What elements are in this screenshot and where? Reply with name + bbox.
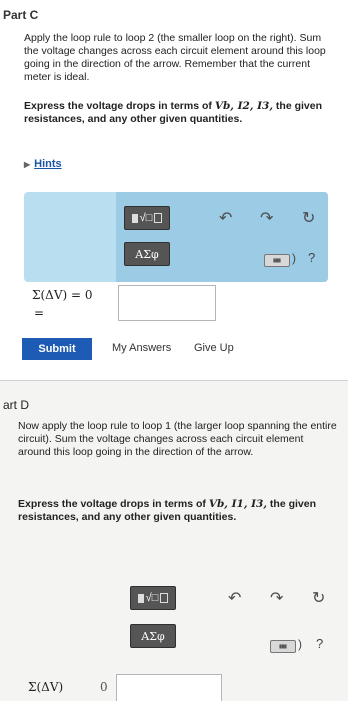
- paren-glyph: ): [298, 637, 302, 651]
- redo-icon[interactable]: ↷: [260, 208, 273, 228]
- paren-glyph: ): [292, 251, 296, 265]
- greek-symbols-button[interactable]: ΑΣφ: [130, 624, 176, 648]
- part-c-instructions: Apply the loop rule to loop 2 (the small…: [24, 32, 326, 83]
- express-prefix: Express the voltage drops in terms of: [18, 498, 209, 510]
- hints-toggle[interactable]: ▶ Hints: [24, 158, 62, 170]
- hints-label: Hints: [34, 158, 62, 170]
- undo-icon[interactable]: ↶: [219, 208, 232, 228]
- keyboard-icon[interactable]: ▦▦: [264, 254, 290, 267]
- part-d-express-text: Express the voltage drops in terms of Vb…: [18, 498, 338, 524]
- math-toolbar-d: √□ ΑΣφ ↶ ↷ ↻ ▦▦ ) ?: [34, 568, 340, 664]
- templates-button[interactable]: √□: [130, 586, 176, 610]
- express-vars: Vb, I2, I3,: [214, 100, 274, 112]
- part-c-section: Part C Apply the loop rule to loop 2 (th…: [0, 0, 348, 381]
- templates-button[interactable]: √□: [124, 206, 170, 230]
- templates-label: √□: [145, 592, 159, 604]
- submit-button[interactable]: Submit: [22, 338, 92, 360]
- help-button[interactable]: ?: [316, 636, 323, 651]
- part-d-title: art D: [3, 398, 30, 412]
- reset-icon[interactable]: ↻: [312, 588, 325, 608]
- expand-triangle-icon: ▶: [24, 160, 31, 169]
- express-vars: Vb, I1, I3,: [208, 498, 268, 510]
- express-prefix: Express the voltage drops in terms of: [24, 100, 215, 112]
- greek-symbols-button[interactable]: ΑΣφ: [124, 242, 170, 266]
- answer-input[interactable]: [118, 285, 216, 321]
- give-up-link[interactable]: Give Up: [194, 342, 234, 354]
- templates-block-icon: [137, 593, 144, 603]
- templates-label: √□: [139, 212, 153, 224]
- equation-label: Σ(ΔV) = 0: [32, 288, 93, 302]
- help-button[interactable]: ?: [308, 250, 315, 265]
- equation-label-d: Σ(ΔV): [28, 680, 64, 694]
- answer-input-d[interactable]: [116, 674, 222, 701]
- keyboard-icon[interactable]: ▦▦: [270, 640, 296, 653]
- equation-value-d: 0: [100, 680, 108, 694]
- part-c-title: Part C: [3, 8, 39, 22]
- templates-square-icon: [154, 213, 163, 223]
- redo-icon[interactable]: ↷: [270, 588, 283, 608]
- part-c-express-text: Express the voltage drops in terms of Vb…: [24, 100, 336, 126]
- templates-block-icon: [131, 213, 138, 223]
- math-toolbar: √□ ΑΣφ ↶ ↷ ↻ ▦▦ ) ?: [24, 192, 328, 282]
- equals-sign: =: [34, 306, 45, 320]
- templates-square-icon: [160, 593, 169, 603]
- reset-icon[interactable]: ↻: [302, 208, 315, 228]
- part-d-instructions: Now apply the loop rule to loop 1 (the l…: [18, 420, 337, 458]
- my-answers-link[interactable]: My Answers: [112, 342, 171, 354]
- undo-icon[interactable]: ↶: [228, 588, 241, 608]
